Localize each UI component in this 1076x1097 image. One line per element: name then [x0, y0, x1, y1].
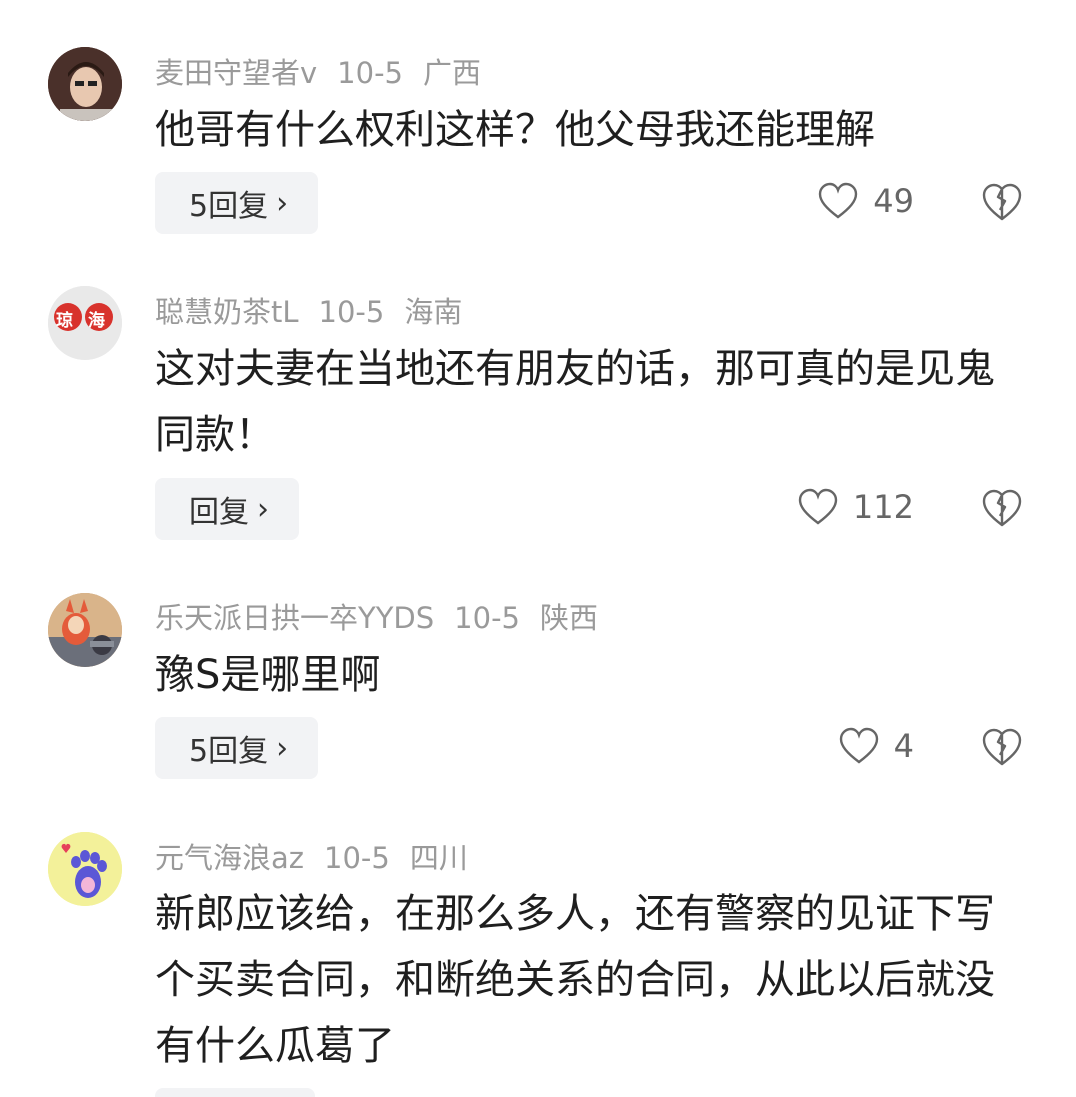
heart-outline-icon: [798, 488, 838, 525]
avatar[interactable]: [48, 47, 122, 121]
dislike-button[interactable]: [981, 181, 1023, 223]
comment-meta: 乐天派日拱一卒YYDS 10-5 陕西: [155, 595, 618, 637]
comment-meta: 麦田守望者v 10-5 广西: [155, 50, 501, 92]
reply-button[interactable]: [155, 1088, 315, 1097]
like-button[interactable]: 49: [817, 182, 914, 220]
avatar-text-1: 琼: [56, 311, 73, 331]
broken-heart-icon: [982, 183, 1022, 221]
reply-label: 5回复: [189, 189, 269, 224]
reply-button[interactable]: 5回复 ›: [155, 172, 319, 234]
comment-location: 广西: [423, 56, 482, 90]
broken-heart-icon: [982, 489, 1022, 527]
comment-date: 10-5: [337, 56, 403, 90]
heart-outline-icon: [839, 727, 878, 764]
reply-button[interactable]: 5回复 ›: [155, 717, 319, 779]
avatar-text-2: 海: [88, 311, 105, 331]
comment-date: 10-5: [454, 601, 520, 635]
reply-button[interactable]: 回复 ›: [155, 478, 299, 540]
username[interactable]: 聪慧奶茶tL: [155, 295, 299, 329]
comment-location: 四川: [409, 841, 468, 875]
username[interactable]: 乐天派日拱一卒YYDS: [155, 601, 434, 635]
comment-date: 10-5: [318, 295, 385, 329]
like-count: 112: [852, 488, 914, 526]
reply-label: 回复: [189, 495, 249, 530]
broken-heart-icon: [982, 728, 1022, 766]
comment-text: 新郎应该给，在那么多人，还有警察的见证下写个买卖合同，和断绝关系的合同，从此以后…: [155, 891, 995, 1069]
comment-meta: 聪慧奶茶tL 10-5 海南: [155, 289, 482, 331]
like-button[interactable]: 112: [797, 488, 914, 526]
comment-date: 10-5: [324, 841, 390, 875]
dislike-button[interactable]: [981, 487, 1023, 529]
chevron-right-icon: ›: [257, 491, 269, 527]
dislike-button[interactable]: [981, 726, 1023, 768]
avatar-cartoon-icon: [48, 593, 122, 667]
like-count: 49: [873, 182, 914, 220]
avatar-photo-icon: [48, 47, 122, 121]
heart-outline-icon: [819, 182, 858, 219]
comment-text: 这对夫妻在当地还有朋友的话，那可真的是见鬼同款！: [155, 346, 995, 458]
username[interactable]: 麦田守望者v: [155, 56, 317, 90]
comment-meta: 元气海浪az 10-5 四川: [155, 835, 488, 877]
like-button[interactable]: 4: [838, 727, 914, 765]
username[interactable]: 元气海浪az: [155, 841, 304, 875]
comment-text: 他哥有什么权利这样？他父母我还能理解: [155, 107, 875, 153]
comment-location: 海南: [404, 295, 463, 329]
chevron-right-icon: ›: [276, 730, 289, 766]
avatar[interactable]: [48, 832, 122, 906]
comment-location: 陕西: [540, 601, 599, 635]
comment-text: 豫S是哪里啊: [155, 652, 381, 698]
reply-label: 5回复: [189, 734, 269, 769]
chevron-right-icon: ›: [276, 185, 289, 221]
like-count: 4: [893, 727, 914, 765]
avatar[interactable]: 琼 海: [48, 286, 122, 360]
avatar[interactable]: [48, 593, 122, 667]
paw-icon: [48, 832, 122, 906]
